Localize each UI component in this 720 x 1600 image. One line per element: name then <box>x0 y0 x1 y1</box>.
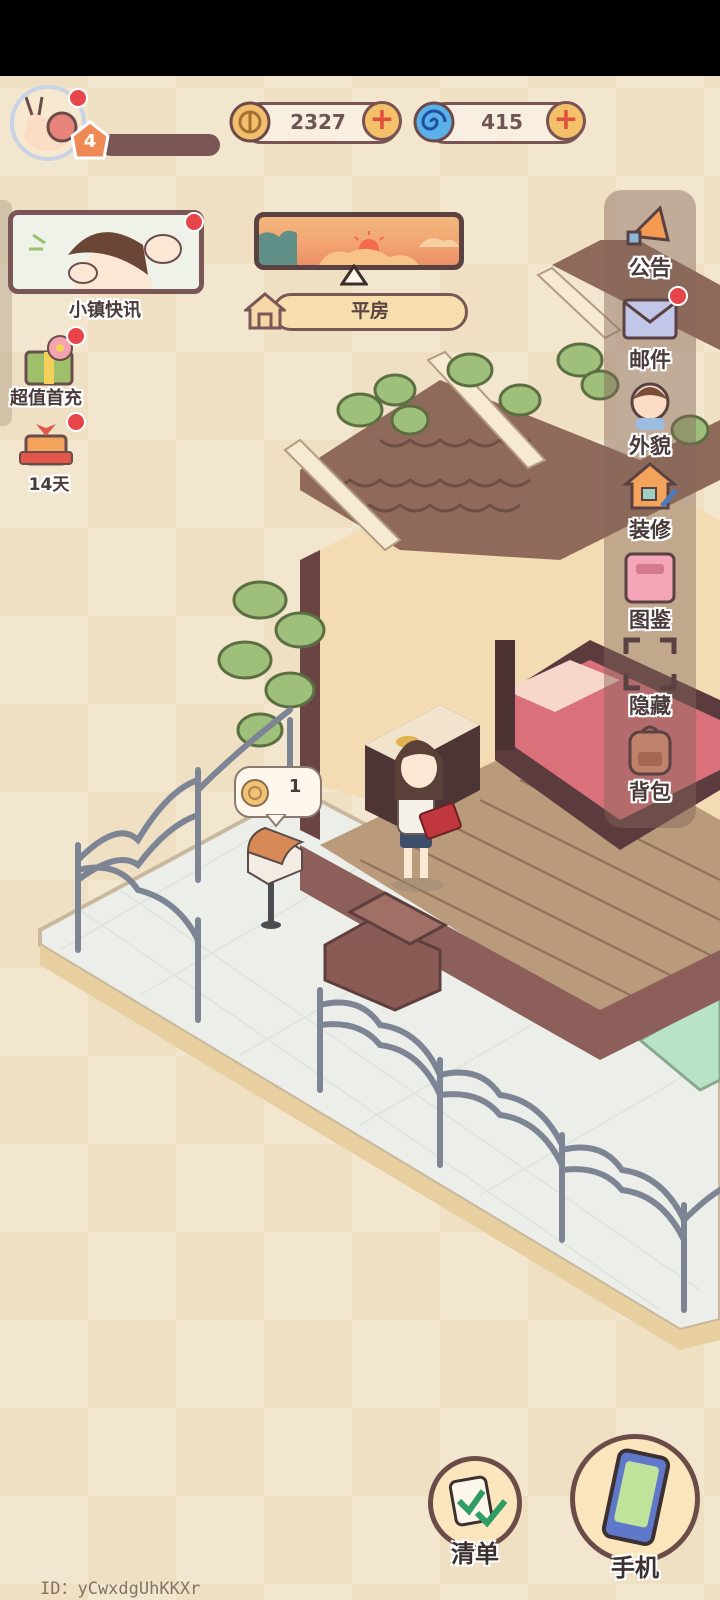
coin-currency-icon <box>229 101 271 143</box>
house-type-label: 平房 <box>350 300 389 322</box>
xp-bar <box>100 134 220 156</box>
mail-notification-dot <box>668 286 688 306</box>
avatar-notification-dot <box>68 88 88 108</box>
player-level: 4 <box>83 131 97 152</box>
gem-amount: 415 <box>481 110 523 134</box>
announcement-label: 公告 <box>629 256 671 280</box>
character-icon <box>630 382 670 430</box>
collection-button[interactable]: 图鉴 <box>604 548 696 632</box>
mail-label: 邮件 <box>629 348 671 372</box>
renovate-icon <box>622 462 678 510</box>
recharge-notification-dot <box>66 326 86 346</box>
collection-book-icon <box>624 552 676 604</box>
appearance-button[interactable]: 外貌 <box>604 374 696 458</box>
collection-label: 图鉴 <box>629 608 671 632</box>
town-news-card[interactable] <box>8 210 204 294</box>
hide-ui-button[interactable]: 隐藏 <box>604 634 696 718</box>
checklist-icon <box>448 1475 508 1528</box>
phone-label: 手机 <box>611 1554 659 1582</box>
appearance-label: 外貌 <box>629 434 671 458</box>
checklist-label: 清单 <box>451 1540 499 1568</box>
status-bar <box>0 0 720 76</box>
backpack-button[interactable]: 背包 <box>604 720 696 804</box>
mailbox-count: 1 <box>288 776 302 797</box>
first-recharge-label: 超值首充 <box>10 388 82 409</box>
renovate-button[interactable]: 装修 <box>604 458 696 542</box>
checkin-days-label: 14天 <box>28 475 70 495</box>
backpack-label: 背包 <box>629 780 671 804</box>
add-gems-button[interactable]: + <box>546 101 586 141</box>
swirl-gem-icon <box>413 101 455 143</box>
sunset-icon <box>259 230 459 265</box>
megaphone-icon <box>626 205 670 246</box>
coin-icon <box>241 779 269 807</box>
weather-pointer-icon <box>340 264 368 286</box>
bubble-tail <box>266 814 286 828</box>
coin-amount: 2327 <box>290 110 346 134</box>
phone-button[interactable] <box>570 1434 700 1564</box>
news-notification-dot <box>184 212 204 232</box>
phone-icon <box>601 1448 671 1546</box>
news-banner-icon <box>13 215 199 289</box>
add-coins-button[interactable]: + <box>362 101 402 141</box>
hide-icon <box>623 637 677 691</box>
renovate-label: 装修 <box>629 518 671 542</box>
checkin-notification-dot <box>66 412 86 432</box>
town-news-label: 小镇快讯 <box>69 300 141 321</box>
announcement-button[interactable]: 公告 <box>604 196 696 280</box>
backpack-icon <box>628 725 672 776</box>
weather-widget[interactable] <box>254 212 464 270</box>
player-id: ID：yCwxdgUhKKXr <box>40 1579 201 1599</box>
hide-label: 隐藏 <box>629 694 671 718</box>
